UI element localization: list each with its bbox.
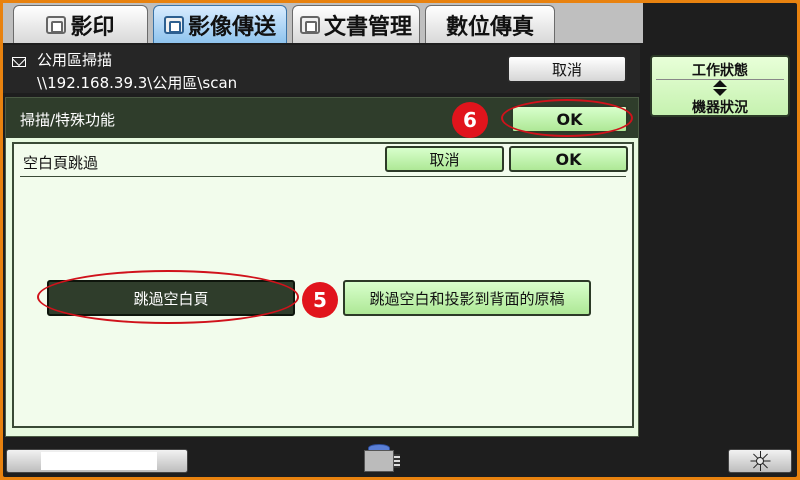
skip-blank-callout-ellipse: [37, 270, 299, 324]
tab-digital-fax[interactable]: 數位傳真: [425, 5, 555, 43]
device-icon[interactable]: [362, 442, 402, 476]
ok-callout-ellipse: [501, 99, 633, 137]
destination-path: \\192.168.39.3\公用區\scan: [37, 74, 238, 92]
tab-label: 影像傳送: [187, 14, 276, 40]
tab-bar: 影印 影像傳送 文書管理 數位傳真: [3, 3, 643, 43]
device-pages: [394, 454, 400, 468]
copy-icon: [46, 15, 67, 34]
device-body: [364, 450, 394, 472]
subpanel-cancel-button[interactable]: 取消: [385, 146, 504, 172]
updown-arrow-icon: [713, 80, 727, 96]
special-functions-panel: 掃描/特殊功能 OK 空白頁跳過 取消 OK: [5, 97, 639, 437]
callout-number-6: 6: [452, 102, 488, 138]
mail-icon: [12, 57, 26, 67]
skip-blank-and-bleed-through-button[interactable]: 跳過空白和投影到背面的原稿: [343, 280, 591, 316]
tab-label: 影印: [70, 14, 115, 40]
subpanel-ok-button[interactable]: OK: [509, 146, 628, 172]
job-status-label: 工作狀態: [656, 60, 784, 80]
tab-label: 數位傳真: [445, 14, 534, 40]
image-send-icon: [163, 15, 184, 34]
subpanel-title: 空白頁跳過: [23, 154, 99, 172]
brightness-button[interactable]: [728, 449, 792, 473]
tab-document-filing[interactable]: 文書管理: [292, 5, 420, 43]
machine-status-label: 機器狀況: [692, 100, 748, 116]
tab-image-send[interactable]: 影像傳送: [153, 5, 287, 43]
document-filing-icon: [299, 15, 320, 34]
tab-label: 文書管理: [323, 14, 412, 40]
tab-copy[interactable]: 影印: [13, 5, 148, 43]
job-status-button[interactable]: 工作狀態 機器狀況: [650, 55, 790, 117]
footer-info-bar: [6, 449, 188, 473]
panel-title: 掃描/特殊功能: [20, 111, 116, 129]
subpanel-divider: [20, 176, 626, 177]
brightness-icon: [750, 451, 770, 471]
callout-number-5: 5: [302, 282, 338, 318]
footer-field: [41, 452, 157, 470]
destination-cancel-button[interactable]: 取消: [507, 55, 627, 83]
destination-title: 公用區掃描: [37, 51, 113, 69]
